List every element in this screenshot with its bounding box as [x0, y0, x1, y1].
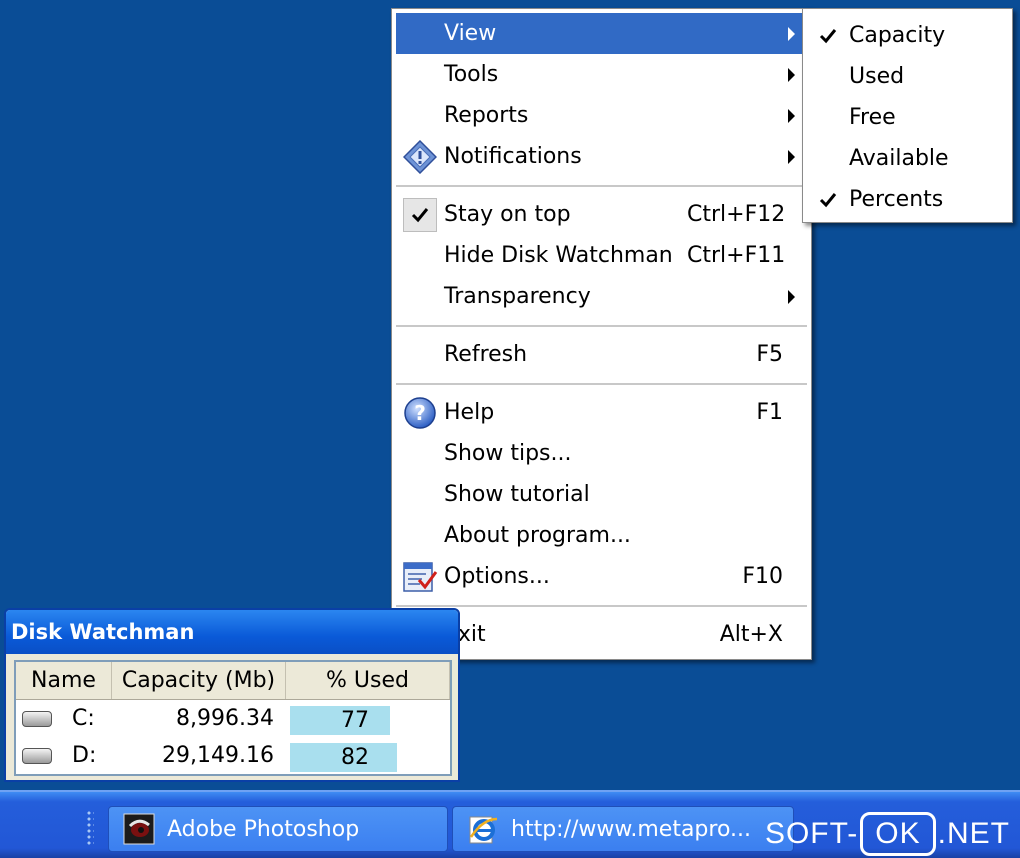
submenu-arrow-icon	[788, 149, 795, 164]
checkmark-icon	[403, 197, 437, 232]
checkmark-icon	[819, 28, 837, 43]
submenu-arrow-icon	[788, 108, 795, 123]
submenu-item-label: Available	[849, 146, 949, 171]
menu-item-about-program[interactable]: About program...	[396, 515, 807, 556]
usage-percent: 82	[341, 745, 369, 770]
submenu-arrow-icon	[788, 26, 795, 41]
taskbar: Adobe Photoshop http://www.metapro... SO…	[0, 790, 1020, 858]
usage-bar: 82	[290, 743, 420, 772]
submenu-arrow-icon	[788, 67, 795, 82]
menu-item-label: Refresh	[444, 342, 528, 367]
usage-bar: 77	[290, 706, 420, 735]
menu-separator	[396, 317, 807, 334]
menu-item-show-tutorial[interactable]: Show tutorial	[396, 474, 807, 515]
menu-item-label: Help	[444, 400, 495, 425]
drive-list: Name Capacity (Mb) % Used C: 8,996.34 77…	[14, 660, 452, 776]
column-header-used[interactable]: % Used	[286, 662, 450, 699]
menu-item-help[interactable]: ? Help F1	[396, 392, 807, 433]
menu-item-label: About program...	[444, 523, 631, 548]
menu-item-label: Notifications	[444, 144, 582, 169]
submenu-item-used[interactable]: Used	[807, 56, 1008, 97]
menu-item-show-tips[interactable]: Show tips...	[396, 433, 807, 474]
menu-item-label: Show tutorial	[444, 482, 590, 507]
menu-item-transparency[interactable]: Transparency	[396, 276, 807, 317]
taskbar-button-browser[interactable]: http://www.metapro...	[452, 806, 794, 852]
list-header: Name Capacity (Mb) % Used	[16, 662, 450, 700]
menu-item-shortcut: F10	[742, 564, 783, 589]
table-row[interactable]: D: 29,149.16 82	[16, 737, 450, 774]
submenu-item-label: Percents	[849, 187, 944, 212]
menu-item-view[interactable]: View	[396, 13, 807, 54]
menu-item-label: Exit	[444, 622, 486, 647]
menu-item-options[interactable]: Options... F10	[396, 556, 807, 597]
menu-item-shortcut: Alt+X	[719, 622, 783, 647]
options-icon	[403, 561, 438, 592]
notification-diamond-icon	[403, 139, 437, 174]
taskbar-grip[interactable]	[86, 810, 94, 846]
internet-explorer-icon	[469, 816, 498, 844]
drive-capacity: 29,149.16	[162, 743, 274, 768]
submenu-item-label: Capacity	[849, 23, 946, 48]
taskbar-button-label: http://www.metapro...	[511, 816, 752, 842]
menu-item-label: Reports	[444, 103, 529, 128]
submenu-item-label: Free	[849, 105, 896, 130]
svg-text:?: ?	[414, 401, 426, 425]
photoshop-icon	[123, 813, 155, 845]
submenu-item-capacity[interactable]: Capacity	[807, 15, 1008, 56]
hard-drive-icon	[22, 710, 52, 727]
table-row[interactable]: C: 8,996.34 77	[16, 700, 450, 737]
context-menu: View Tools Reports Notifications Stay on…	[391, 8, 812, 660]
submenu-arrow-icon	[788, 289, 795, 304]
submenu-item-free[interactable]: Free	[807, 97, 1008, 138]
menu-item-shortcut: Ctrl+F11	[687, 243, 786, 268]
drive-name: D:	[72, 743, 97, 768]
drive-capacity: 8,996.34	[176, 706, 274, 731]
menu-item-label: Options...	[444, 564, 550, 589]
menu-separator	[396, 177, 807, 194]
checkmark-icon	[819, 192, 837, 207]
menu-item-notifications[interactable]: Notifications	[396, 136, 807, 177]
menu-item-label: Transparency	[444, 284, 591, 309]
menu-item-tools[interactable]: Tools	[396, 54, 807, 95]
drive-name: C:	[72, 706, 95, 731]
submenu-item-percents[interactable]: Percents	[807, 179, 1008, 220]
menu-item-hide-disk-watchman[interactable]: Hide Disk Watchman Ctrl+F11	[396, 235, 807, 276]
disk-watchman-window: Disk Watchman Name Capacity (Mb) % Used …	[4, 608, 460, 782]
menu-item-label: Show tips...	[444, 441, 572, 466]
window-title[interactable]: Disk Watchman	[6, 610, 458, 654]
menu-item-label: Stay on top	[444, 202, 571, 227]
menu-item-label: Hide Disk Watchman	[444, 243, 673, 268]
menu-item-label: View	[444, 21, 497, 46]
hard-drive-icon	[22, 747, 52, 764]
watermark-logo: SOFT- OK .NET	[765, 812, 1010, 856]
column-header-capacity[interactable]: Capacity (Mb)	[112, 662, 286, 699]
menu-separator	[396, 375, 807, 392]
menu-item-shortcut: F1	[756, 400, 783, 425]
help-icon: ?	[404, 396, 436, 429]
view-submenu: Capacity Used Free Available Percents	[802, 8, 1013, 223]
submenu-item-label: Used	[849, 64, 905, 89]
submenu-item-available[interactable]: Available	[807, 138, 1008, 179]
taskbar-button-photoshop[interactable]: Adobe Photoshop	[108, 806, 448, 852]
menu-item-label: Tools	[444, 62, 499, 87]
column-header-name[interactable]: Name	[16, 662, 112, 699]
menu-item-reports[interactable]: Reports	[396, 95, 807, 136]
menu-item-stay-on-top[interactable]: Stay on top Ctrl+F12	[396, 194, 807, 235]
menu-item-shortcut: Ctrl+F12	[687, 202, 786, 227]
menu-item-refresh[interactable]: Refresh F5	[396, 334, 807, 375]
menu-item-shortcut: F5	[756, 342, 783, 367]
taskbar-button-label: Adobe Photoshop	[167, 816, 360, 842]
usage-percent: 77	[341, 708, 369, 733]
